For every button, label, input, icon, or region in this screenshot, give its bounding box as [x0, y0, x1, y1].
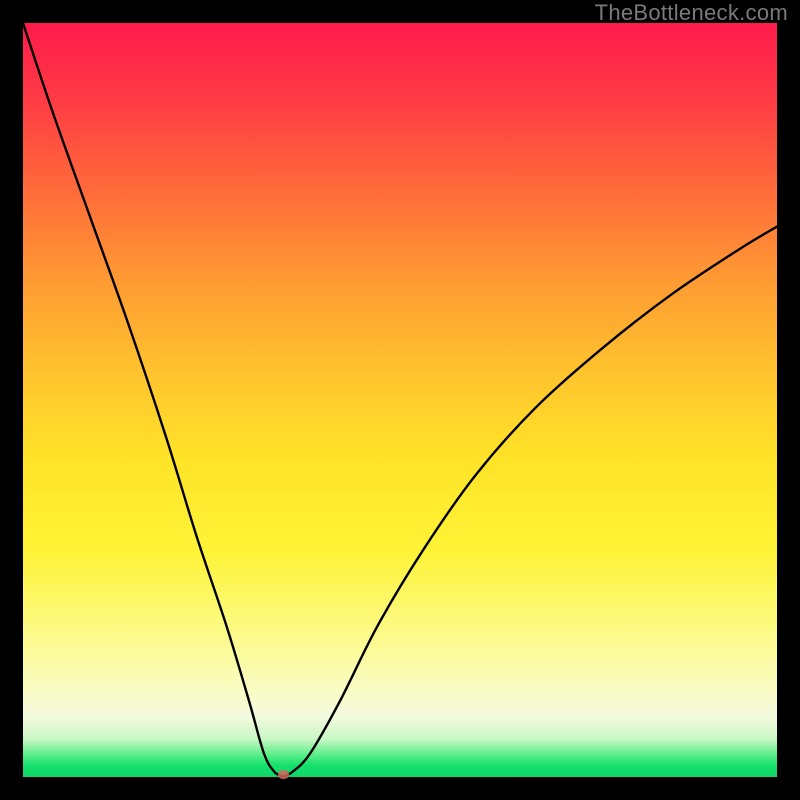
watermark-label: TheBottleneck.com	[595, 0, 788, 26]
curve-svg	[23, 23, 777, 777]
chart-stage: TheBottleneck.com	[0, 0, 800, 800]
bottleneck-curve-path	[23, 23, 777, 777]
plot-frame	[23, 23, 777, 777]
minimum-marker-dot	[278, 770, 289, 779]
